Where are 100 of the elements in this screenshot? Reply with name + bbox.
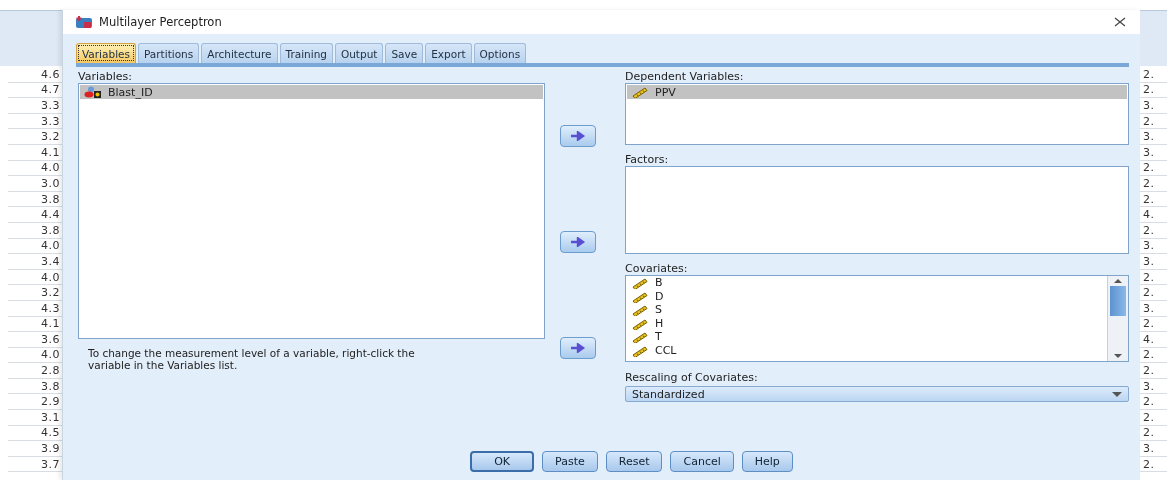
arrow-icon <box>570 131 586 141</box>
dialog-button[interactable]: Reset <box>605 451 663 472</box>
sheet-cell: 2. <box>1143 286 1155 300</box>
ruler-icon <box>631 304 649 317</box>
ruler-icon <box>631 290 649 303</box>
factors-label: Factors: <box>625 153 670 166</box>
tab[interactable]: Training <box>279 43 333 63</box>
sheet-cell: 4.0 <box>41 270 60 284</box>
dialog-button[interactable]: Cancel <box>670 451 734 472</box>
ruler-icon <box>631 331 649 344</box>
sheet-cell: 3.2 <box>41 130 60 144</box>
sheet-cell: 3. <box>1143 99 1155 112</box>
variables-list[interactable]: Blast_ID <box>78 83 545 339</box>
tab[interactable]: Save <box>385 43 424 63</box>
sheet-cell: 4. <box>1143 332 1155 346</box>
arrow-icon <box>570 343 586 353</box>
window-title: Multilayer Perceptron <box>99 15 223 29</box>
sheet-cell: 3.6 <box>41 332 60 346</box>
list-item[interactable]: D <box>627 290 1106 303</box>
sheet-cell: 4. <box>1143 208 1155 222</box>
covariates-label: Covariates: <box>625 262 689 275</box>
scroll-up-icon[interactable] <box>1113 278 1123 284</box>
covariates-list[interactable]: B D S H T CCL <box>625 275 1129 362</box>
sheet-cell: 3. <box>1143 442 1155 456</box>
tab[interactable]: Options <box>473 43 527 63</box>
sheet-cell: 2. <box>1143 67 1155 81</box>
sheet-cell: 3.1 <box>41 410 60 424</box>
variables-label: Variables: <box>78 70 133 83</box>
sheet-cell: 3.4 <box>41 254 60 268</box>
sheet-cell: 2. <box>1143 192 1155 206</box>
list-item[interactable]: CCL <box>627 344 1106 357</box>
rescaling-label: Rescaling of Covariates: <box>625 371 759 384</box>
sheet-cell: 2. <box>1143 457 1155 471</box>
sheet-cell: 3.0 <box>41 176 60 190</box>
list-item[interactable]: B <box>627 277 1106 290</box>
sheet-cell: 3.7 <box>41 457 60 471</box>
sheet-cell: 2.9 <box>41 395 60 409</box>
sheet-cell: 2. <box>1143 317 1155 331</box>
tab[interactable]: Output <box>334 43 384 63</box>
sheet-cell: 3. <box>1143 130 1155 144</box>
sheet-cell: 2. <box>1143 426 1155 440</box>
rescaling-dropdown[interactable]: Standardized <box>625 386 1129 402</box>
list-item[interactable]: H <box>627 317 1106 330</box>
scroll-down-icon[interactable] <box>1113 353 1123 359</box>
sheet-cell: 3. <box>1143 145 1155 159</box>
move-button[interactable] <box>560 231 596 253</box>
tab[interactable]: Export <box>425 43 472 63</box>
dialog-button[interactable]: Help <box>741 451 793 472</box>
sheet-cell: 2. <box>1143 410 1155 424</box>
list-item[interactable]: Blast_ID <box>80 85 543 99</box>
sheet-cell: 4.1 <box>41 145 60 159</box>
sheet-cell: 4.5 <box>41 426 60 440</box>
move-button[interactable] <box>560 125 596 147</box>
sheet-cell: 3. <box>1143 239 1155 253</box>
caret-icon <box>1112 391 1122 397</box>
sheet-cell: 3.8 <box>41 379 60 393</box>
sheet-cell: 4.6 <box>41 67 60 81</box>
sheet-cell: 3. <box>1143 254 1155 268</box>
dependent-variables-list[interactable]: PPV <box>625 83 1129 145</box>
sheet-cell: 4.3 <box>41 301 60 315</box>
ruler-icon <box>631 277 649 290</box>
ruler-icon <box>631 344 649 357</box>
tab[interactable]: Variables <box>76 43 136 63</box>
list-item[interactable]: T <box>627 331 1106 344</box>
sheet-cell: 3.9 <box>41 442 60 456</box>
sheet-cell: 3.3 <box>41 99 60 112</box>
ruler-icon <box>631 317 649 330</box>
arrow-icon <box>570 237 586 247</box>
nominal-variable-icon <box>84 86 102 98</box>
sheet-cell: 3. <box>1143 379 1155 393</box>
tab[interactable]: Architecture <box>201 43 278 63</box>
sheet-cell: 2. <box>1143 114 1155 128</box>
sheet-cell: 2. <box>1143 161 1155 175</box>
sheet-cell: 3. <box>1143 301 1155 315</box>
sheet-cell: 4.0 <box>41 348 60 362</box>
app-icon <box>75 15 93 29</box>
sheet-cell: 2. <box>1143 364 1155 378</box>
scrollbar[interactable] <box>1107 276 1128 361</box>
sheet-cell: 3.3 <box>41 114 60 128</box>
sheet-cell: 4.1 <box>41 317 60 331</box>
list-item[interactable]: PPV <box>627 85 1127 99</box>
hint-text: To change the measurement level of a variable, right-click the variable in the Variables list. <box>88 347 416 371</box>
sheet-cell: 2. <box>1143 395 1155 409</box>
sheet-cell: 2. <box>1143 348 1155 362</box>
dialog-button[interactable]: Paste <box>542 451 598 472</box>
close-icon[interactable] <box>1114 17 1126 27</box>
sheet-cell: 4.0 <box>41 239 60 253</box>
sheet-cell: 4.4 <box>41 208 60 222</box>
sheet-cell: 3.8 <box>41 223 60 237</box>
dependent-variables-label: Dependent Variables: <box>625 70 745 83</box>
sheet-cell: 3.2 <box>41 286 60 300</box>
sheet-cell: 2. <box>1143 270 1155 284</box>
factors-list[interactable] <box>625 166 1129 254</box>
sheet-cell: 4.0 <box>41 161 60 175</box>
move-button[interactable] <box>560 337 596 359</box>
dialog-button[interactable]: OK <box>470 451 535 472</box>
tab[interactable]: Partitions <box>138 43 200 63</box>
sheet-cell: 3.8 <box>41 192 60 206</box>
list-item[interactable]: S <box>627 304 1106 317</box>
sheet-cell: 2. <box>1143 176 1155 190</box>
